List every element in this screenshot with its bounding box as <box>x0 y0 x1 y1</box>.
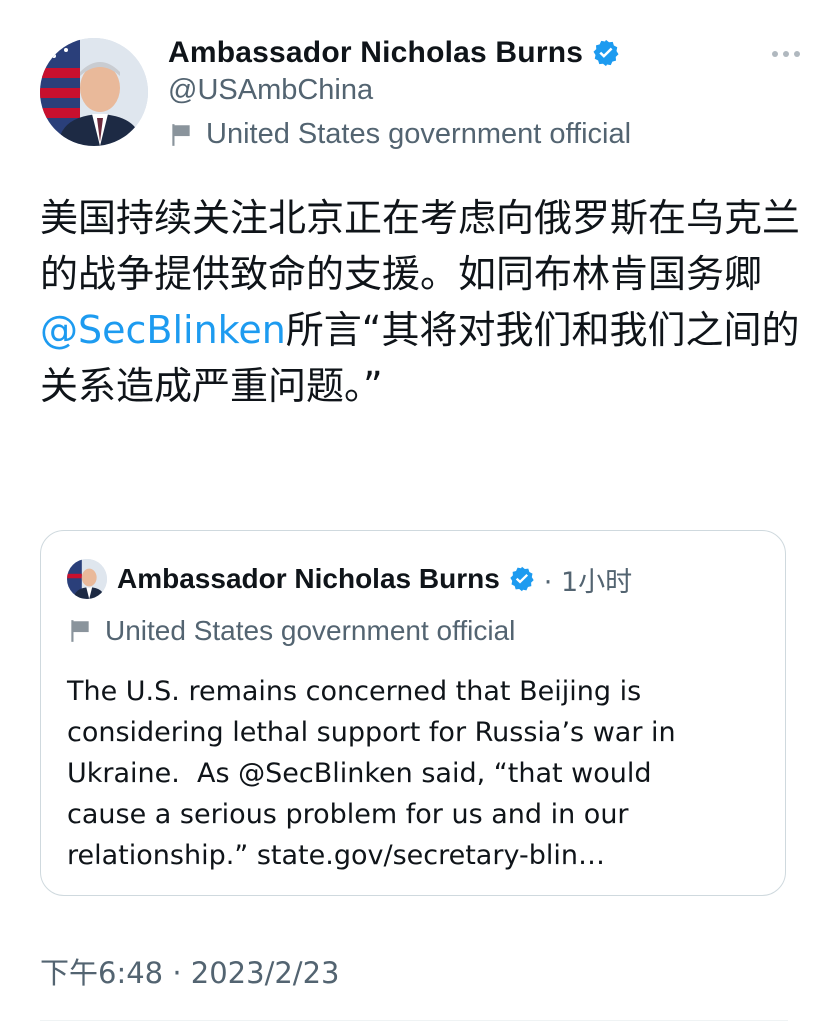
quoted-time: · 1小时 <box>543 566 633 598</box>
author-handle[interactable]: @USAmbChina <box>168 74 373 107</box>
verified-badge-icon <box>593 39 619 67</box>
account-label: United States government official <box>168 118 631 151</box>
quoted-author-name: Ambassador Nicholas Burns <box>117 563 500 594</box>
quoted-text: The U.S. remains concerned that Beijing … <box>67 676 676 871</box>
tweet-header: Ambassador Nicholas Burns @USAmbChina Un… <box>40 34 800 154</box>
quoted-account-label-text: United States government official <box>105 615 516 646</box>
quoted-account-label: United States government official <box>67 615 515 647</box>
author-name[interactable]: Ambassador Nicholas Burns <box>168 36 583 70</box>
quoted-header: Ambassador Nicholas Burns · 1小时 <box>67 559 632 599</box>
tweet-text: 美国持续关注北京正在考虑向俄罗斯在乌克兰的战争提供致命的支援。如同布林肯国务卿 @… <box>40 190 800 414</box>
account-label-text: United States government official <box>206 118 632 150</box>
government-flag-icon <box>71 620 89 642</box>
quoted-avatar-image <box>67 559 107 599</box>
quoted-avatar <box>67 559 107 599</box>
tweet-timestamp[interactable]: 下午6:48 · 2023/2/23 <box>40 950 339 992</box>
verified-badge-icon <box>510 566 534 592</box>
quoted-tweet[interactable]: Ambassador Nicholas Burns · 1小时 United S… <box>40 530 786 896</box>
more-options-icon[interactable] <box>760 44 800 64</box>
avatar-image <box>40 38 148 146</box>
author-name-line: Ambassador Nicholas Burns <box>168 36 621 70</box>
avatar[interactable] <box>40 38 148 146</box>
divider <box>40 1020 788 1021</box>
mention-link[interactable]: @SecBlinken <box>40 308 286 352</box>
government-flag-icon <box>172 123 190 146</box>
tweet-text-part: 美国持续关注北京正在考虑向俄罗斯在乌克兰的战争提供致命的支援。如同布林肯国务卿 <box>40 196 801 296</box>
